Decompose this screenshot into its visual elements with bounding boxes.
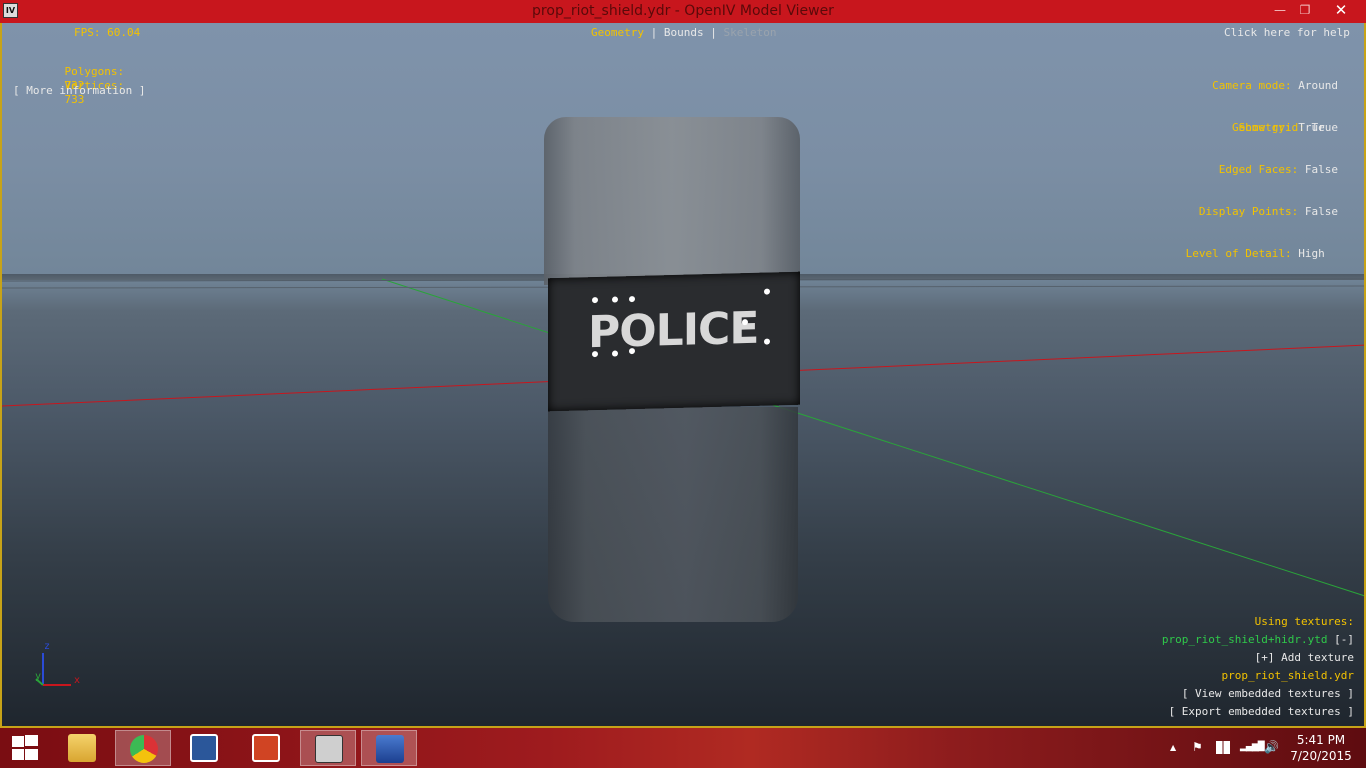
taskbar: ▲ ⚑ ▂▄▆█ 🔊 5:41 PM 7/20/2015	[0, 728, 1366, 768]
maximize-button[interactable]: ❐	[1292, 0, 1318, 23]
window-title: prop_riot_shield.ydr - OpenIV Model View…	[532, 3, 834, 19]
axis-gizmo-lines	[35, 653, 71, 686]
view-mode-tabs: Geometry | Bounds | Skeleton	[591, 26, 776, 40]
x-axis-label: x	[74, 675, 81, 686]
geometry-row[interactable]: Geometry: True	[1186, 121, 1338, 135]
level-of-detail-value: High	[1298, 247, 1325, 260]
display-points-row[interactable]: Display Points: False	[1186, 205, 1338, 219]
collapse-textures-button[interactable]: [-]	[1334, 633, 1354, 646]
tab-geometry[interactable]: Geometry	[591, 26, 644, 39]
title-bar[interactable]: IV prop_riot_shield.ydr - OpenIV Model V…	[0, 0, 1366, 23]
fps-readout: FPS: 60.04	[74, 26, 141, 39]
y-axis-label: y	[35, 671, 42, 682]
texture-dictionary-link[interactable]: prop_riot_shield+hidr.ytd	[1162, 633, 1328, 646]
edged-faces-row[interactable]: Edged Faces: False	[1186, 163, 1338, 177]
taskbar-powerpoint[interactable]	[238, 730, 294, 766]
riot-shield-model[interactable]: POLICE	[542, 117, 802, 622]
start-icon	[25, 735, 38, 746]
y-axis-line	[381, 278, 1364, 597]
edged-faces-label: Edged Faces:	[1218, 163, 1299, 176]
edged-faces-value: False	[1304, 163, 1338, 176]
start-icon	[25, 749, 38, 760]
bolt-point	[612, 296, 618, 303]
z-axis-label: z	[44, 641, 51, 652]
axis-gizmo: z y x	[28, 641, 88, 695]
bolt-point	[764, 338, 770, 345]
action-center-flag-icon[interactable]: ⚑	[1192, 740, 1203, 754]
shield-police-band: POLICE	[548, 271, 800, 412]
add-texture-button[interactable]: [+] Add texture	[1255, 651, 1354, 664]
level-of-detail-row[interactable]: Level of Detail: High	[1186, 247, 1338, 261]
openiv-icon	[315, 735, 343, 763]
taskbar-word[interactable]	[176, 730, 232, 766]
camera-mode-value: Around	[1298, 79, 1338, 92]
close-button[interactable]: ✕	[1318, 0, 1364, 23]
chrome-icon	[130, 735, 158, 763]
geometry-label: Geometry:	[1232, 121, 1292, 134]
embedded-texture-file[interactable]: prop_riot_shield.ydr	[1222, 669, 1354, 682]
tab-skeleton[interactable]: Skeleton	[723, 26, 776, 39]
bolt-point	[629, 296, 635, 303]
powerpoint-icon	[252, 734, 280, 762]
taskbar-openiv[interactable]	[300, 730, 356, 766]
more-information-link[interactable]: [ More information ]	[13, 84, 145, 98]
shield-lower-panel	[548, 407, 798, 622]
display-points-label: Display Points:	[1198, 205, 1299, 218]
view-embedded-textures-button[interactable]: [ View embedded textures ]	[1182, 687, 1354, 700]
windows-tray-icon[interactable]	[1216, 741, 1230, 757]
texture-dictionary-row: prop_riot_shield+hidr.ytd [-]	[1162, 633, 1354, 646]
model-viewport[interactable]: POLICE FPS: 60.04 Polygons: 732 Vertices…	[0, 23, 1366, 728]
start-icon	[12, 736, 24, 747]
volume-icon[interactable]: 🔊	[1264, 740, 1279, 754]
word-icon	[190, 734, 218, 762]
clock-time: 5:41 PM	[1296, 733, 1346, 747]
help-link[interactable]: Click here for help	[1224, 26, 1350, 40]
tab-separator: |	[703, 26, 724, 39]
windows-icon	[1216, 741, 1230, 754]
tab-bounds[interactable]: Bounds	[664, 26, 704, 39]
camera-mode-label: Camera mode:	[1212, 79, 1292, 92]
file-explorer-icon	[68, 734, 96, 762]
render-settings: Geometry: True Edged Faces: False Displa…	[1186, 93, 1338, 289]
display-points-value: False	[1304, 205, 1338, 218]
remote-desktop-icon	[376, 735, 404, 763]
bolt-point	[764, 288, 770, 295]
shield-upper-panel	[544, 117, 800, 285]
taskbar-remote-desktop[interactable]	[361, 730, 417, 766]
taskbar-chrome[interactable]	[115, 730, 171, 766]
export-embedded-textures-button[interactable]: [ Export embedded textures ]	[1169, 705, 1354, 718]
show-hidden-icons-button[interactable]: ▲	[1170, 743, 1176, 752]
tab-separator: |	[643, 26, 664, 39]
start-button[interactable]	[10, 735, 38, 761]
start-icon	[12, 749, 24, 760]
bolt-point	[592, 296, 598, 304]
network-signal-icon[interactable]: ▂▄▆█	[1240, 742, 1265, 752]
level-of-detail-label: Level of Detail:	[1185, 247, 1292, 260]
textures-heading: Using textures:	[1254, 615, 1354, 628]
taskbar-clock[interactable]: 5:41 PM 7/20/2015	[1290, 732, 1352, 764]
geometry-value: True	[1298, 121, 1325, 134]
camera-mode-row[interactable]: Camera mode: Around	[1212, 79, 1338, 93]
taskbar-file-explorer[interactable]	[54, 730, 110, 766]
minimize-button[interactable]: —	[1266, 0, 1294, 23]
clock-date: 7/20/2015	[1290, 749, 1352, 763]
